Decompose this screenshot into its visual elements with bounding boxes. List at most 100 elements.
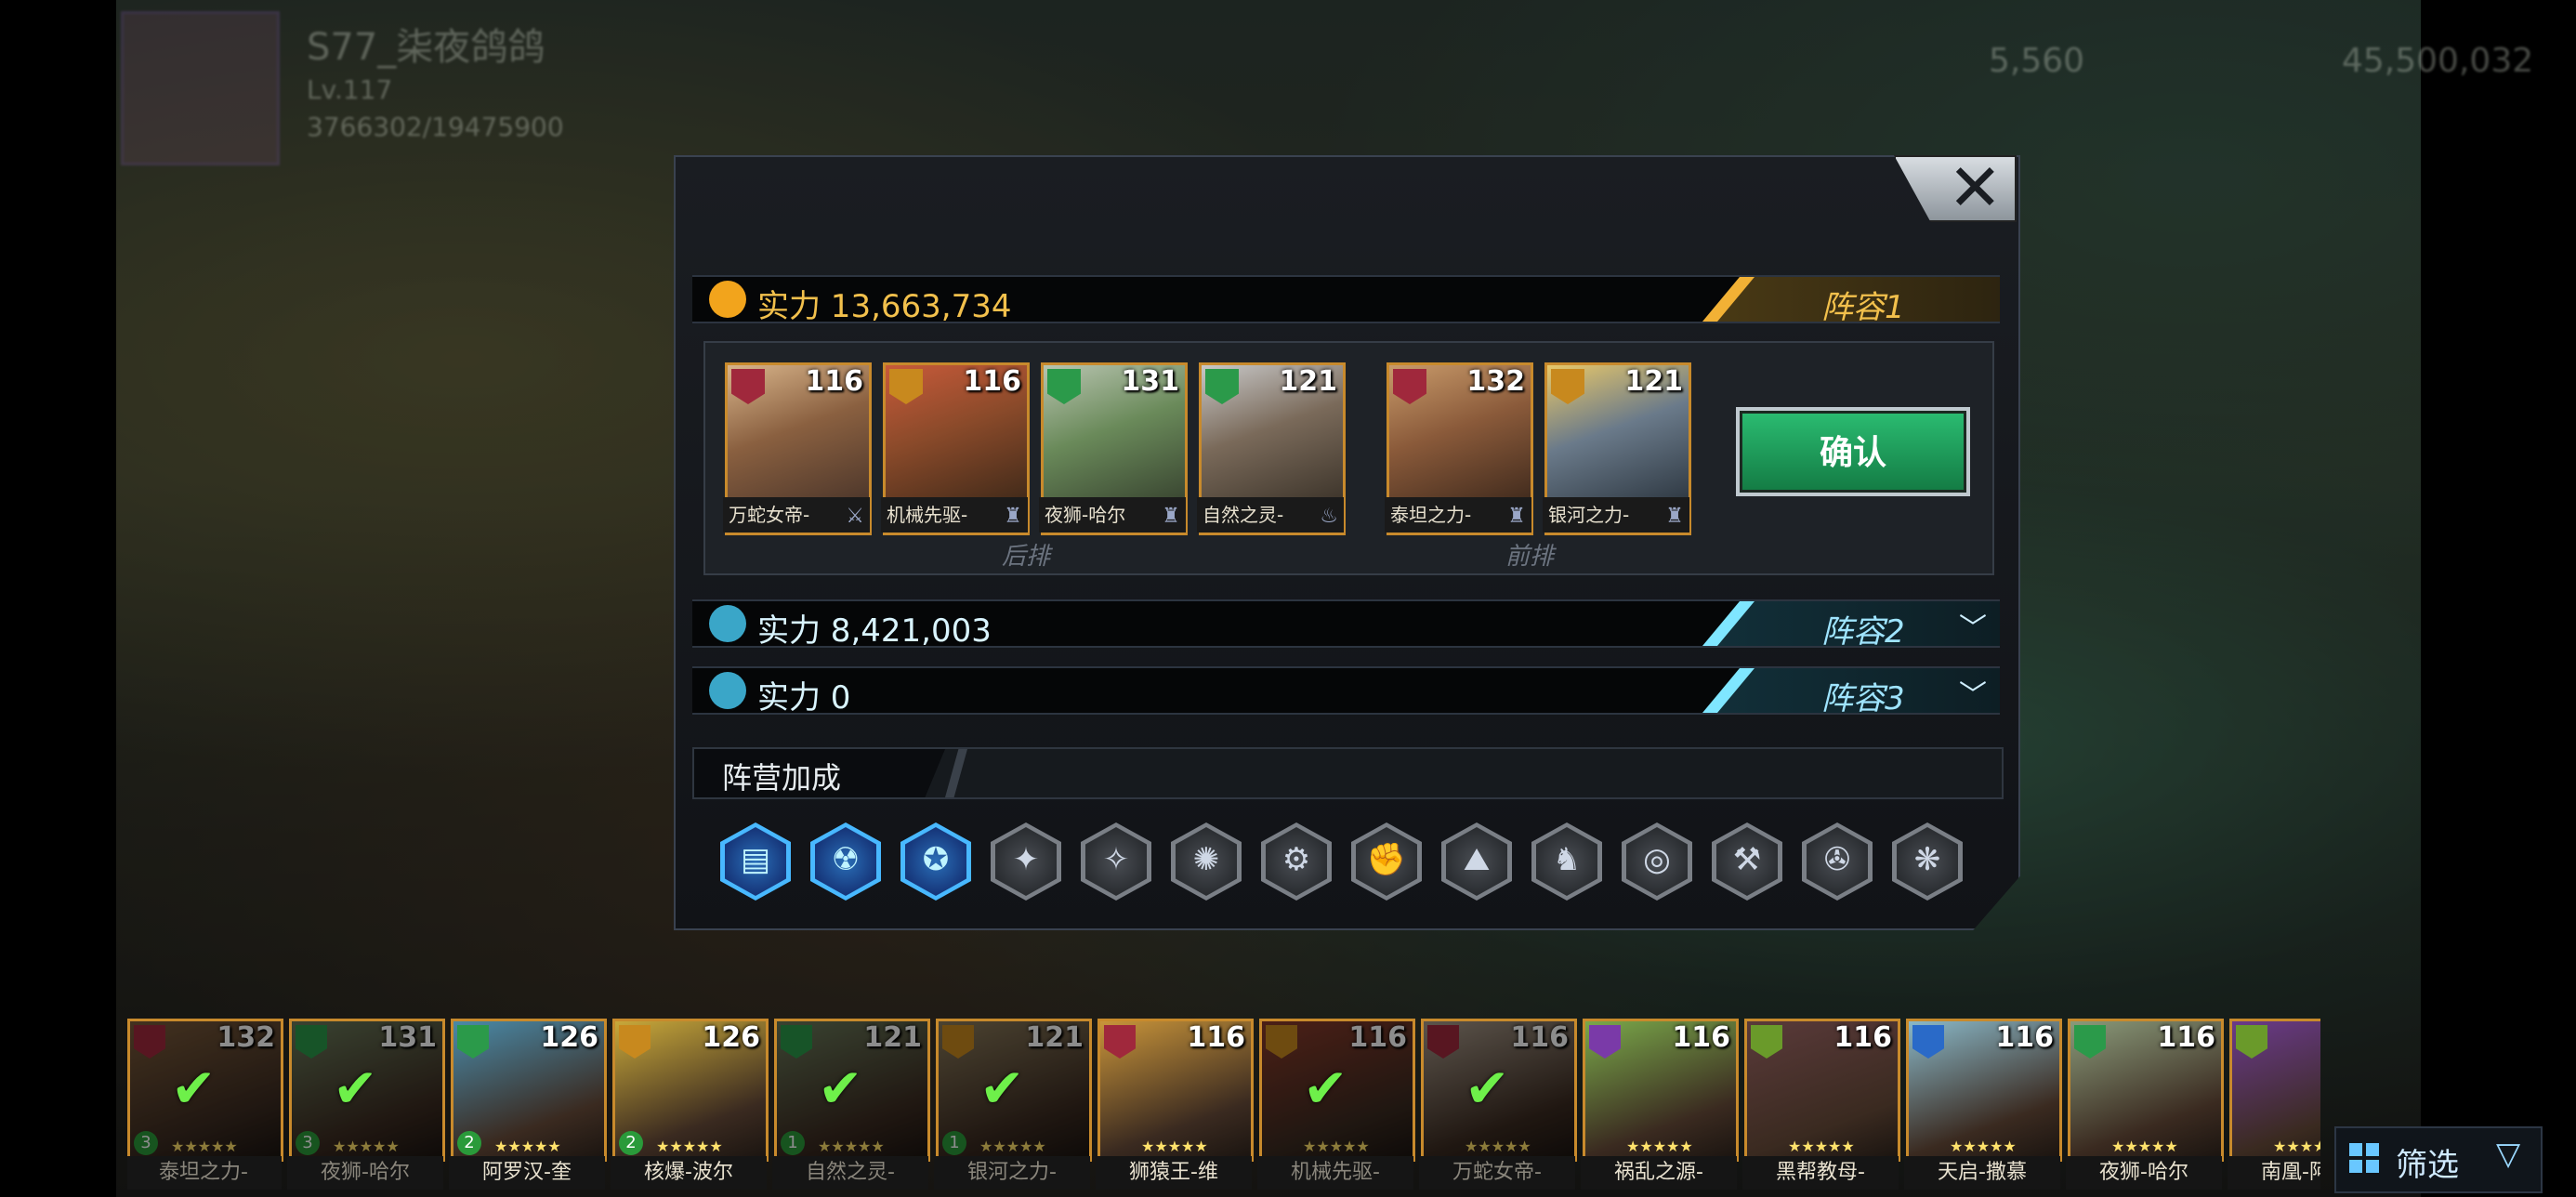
roster-hero-name: 自然之灵- xyxy=(772,1156,928,1190)
hero-level: 116 xyxy=(1833,1021,1892,1054)
lineup-3-tab[interactable]: 阵容3 ﹀ xyxy=(1702,668,2000,717)
hero-name-text: 自然之灵- xyxy=(1203,504,1284,526)
grid-icon xyxy=(2349,1143,2381,1175)
roster-hero-name: 泰坦之力- xyxy=(127,1156,282,1190)
class-icon: ♨ xyxy=(1320,505,1338,528)
close-button[interactable]: ✕ xyxy=(1894,150,2017,226)
hero-level: 126 xyxy=(702,1021,760,1054)
roster-hero-card[interactable]: 132 3 ★★★★★ ✔ xyxy=(127,1019,283,1162)
checkmark-icon: ✔ xyxy=(1303,1057,1348,1120)
power-bolt-icon xyxy=(709,281,746,318)
roster-hero-card[interactable]: 121 1 ★★★★★ ✔ xyxy=(774,1019,930,1162)
hero-stars: ★★★★★ xyxy=(656,1138,723,1155)
filter-button[interactable]: 筛选 ▽ xyxy=(2334,1126,2543,1193)
hero-name: 夜狮-哈尔 ♜ xyxy=(1039,497,1186,533)
hero-name: 万蛇女帝- ⚔ xyxy=(723,497,870,533)
player-exp: 3766302/19475900 xyxy=(307,112,564,142)
roster-hero-card[interactable]: 131 3 ★★★★★ ✔ xyxy=(289,1019,445,1162)
player-name: S77_柒夜鸽鸽 xyxy=(307,26,545,69)
hero-stars: ★★★★★ xyxy=(1950,1138,2017,1155)
checkmark-icon: ✔ xyxy=(1465,1057,1510,1120)
hero-name-text: 泰坦之力- xyxy=(1390,504,1472,526)
hero-level: 132 xyxy=(1466,365,1525,398)
chevron-down-icon: ﹀ xyxy=(1959,612,1987,645)
lineup-2-power: 实力 8,421,003 xyxy=(757,612,992,650)
hero-level: 131 xyxy=(1121,365,1179,398)
hero-level: 116 xyxy=(963,365,1021,398)
filter-label: 筛选 xyxy=(2396,1147,2459,1184)
hero-stars: ★★★★★ xyxy=(1788,1138,1855,1155)
roster-hero-card[interactable]: 116 ★★★★★ xyxy=(1906,1019,2062,1162)
class-icon: ♜ xyxy=(1004,505,1022,528)
lineup-2-tab[interactable]: 阵容2 ﹀ xyxy=(1702,601,2000,651)
roster-hero-name: 核爆-波尔 xyxy=(611,1156,767,1190)
hero-name: 自然之灵- ♨ xyxy=(1197,497,1344,533)
lineup-3-label: 阵容3 xyxy=(1821,680,1905,717)
roster-hero-name: 黑帮教母- xyxy=(1742,1156,1899,1190)
faction-bonus-title: 阵营加成 xyxy=(722,760,842,796)
faction-13-icon-glyph: ✇ xyxy=(1823,841,1851,878)
hero-stars: ★★★★★ xyxy=(2111,1138,2178,1155)
roster-hero-name: 阿罗汉-奎 xyxy=(449,1156,605,1190)
player-level: Lv.117 xyxy=(307,74,393,105)
faction-7-icon-glyph: ⚙ xyxy=(1281,841,1311,878)
faction-4-icon-glyph: ✦ xyxy=(1012,841,1040,878)
checkmark-icon: ✔ xyxy=(979,1057,1025,1120)
roster-hero-name: 万蛇女帝- xyxy=(1419,1156,1575,1190)
roster-hero-card[interactable]: 126 2 ★★★★★ xyxy=(451,1019,607,1162)
roster-hero-card[interactable]: 116 ★★★★★ xyxy=(1744,1019,1900,1162)
faction-11-icon-glyph: ◎ xyxy=(1643,841,1671,878)
roster-hero-card[interactable]: 116 ★★★★★ xyxy=(1097,1019,1254,1162)
roster-hero-card[interactable]: 116 ★★★★★ xyxy=(1583,1019,1739,1162)
hero-level: 116 xyxy=(1672,1021,1730,1054)
roster-hero-name: 银河之力- xyxy=(934,1156,1090,1190)
roster-hero-name: 天启-撒慕 xyxy=(1904,1156,2060,1190)
chevron-down-icon: ﹀ xyxy=(1959,679,1987,712)
roster-hero-card[interactable]: 121 1 ★★★★★ ✔ xyxy=(936,1019,1092,1162)
class-icon: ♜ xyxy=(1507,505,1526,528)
lineup-1-power: 实力 13,663,734 xyxy=(757,288,1012,325)
roster-hero-name: 夜狮-哈尔 xyxy=(287,1156,443,1190)
class-icon: ⚔ xyxy=(846,505,864,528)
hero-name-text: 夜狮-哈尔 xyxy=(1045,504,1126,526)
checkmark-icon: ✔ xyxy=(333,1057,378,1120)
triangle-down-icon: ▽ xyxy=(2496,1136,2521,1173)
hero-name-text: 机械先驱- xyxy=(887,504,968,526)
hero-name: 机械先驱- ♜ xyxy=(881,497,1028,533)
lineup-1-tab[interactable]: 阵容1 xyxy=(1702,277,2000,326)
hero-level: 121 xyxy=(1279,365,1337,398)
hero-name-text: 银河之力- xyxy=(1548,504,1630,526)
faction-2-icon-glyph: ☢ xyxy=(831,841,861,878)
roster-hero-card[interactable]: 126 2 ★★★★★ xyxy=(612,1019,769,1162)
hero-stars: ★★★★★ xyxy=(1626,1138,1693,1155)
faction-10-icon-glyph: ♞ xyxy=(1552,841,1582,878)
lineup-3-bar[interactable]: 实力 0 阵容3 ﹀ xyxy=(692,666,2000,717)
hero-stars: ★★★★★ xyxy=(2273,1138,2320,1155)
faction-12-icon-glyph: ⚒ xyxy=(1732,841,1762,878)
checkmark-icon: ✔ xyxy=(171,1057,217,1120)
roster-hero-card[interactable]: 116 ★★★★★ ✔ xyxy=(1259,1019,1415,1162)
roster-hero-card[interactable]: 116 ★★★★★ xyxy=(2068,1019,2224,1162)
class-icon: ♜ xyxy=(1162,505,1180,528)
roster-hero-card[interactable]: 1★★★★★ xyxy=(2229,1019,2320,1162)
hero-stars: ★★★★★ xyxy=(494,1138,561,1155)
class-icon: ♜ xyxy=(1665,505,1684,528)
hero-name: 银河之力- ♜ xyxy=(1543,497,1689,533)
hero-stars: ★★★★★ xyxy=(1141,1138,1208,1155)
hero-level: 121 xyxy=(1624,365,1683,398)
hero-rank-badge: 2 xyxy=(457,1131,481,1155)
hero-level: 116 xyxy=(2157,1021,2215,1054)
lineup-2-bar[interactable]: 实力 8,421,003 阵容2 ﹀ xyxy=(692,599,2000,651)
roster-hero-name: 南凰-阿昭 xyxy=(2228,1156,2320,1190)
roster-hero-name: 机械先驱- xyxy=(1257,1156,1413,1190)
faction-5-icon-glyph: ✧ xyxy=(1102,841,1130,878)
confirm-button[interactable]: 确认 xyxy=(1736,407,1970,496)
lineup-2-label: 阵容2 xyxy=(1821,613,1905,651)
faction-1-icon-glyph: ▤ xyxy=(740,841,771,878)
power-bolt-icon xyxy=(709,672,746,709)
hero-roster[interactable]: 132 3 ★★★★★ ✔ 泰坦之力- 131 3 ★★★★★ ✔ 夜狮-哈尔 126 2 ★★★★★ 阿… xyxy=(127,1013,2320,1197)
faction-6-icon-glyph: ✺ xyxy=(1192,841,1220,878)
lineup-1-bar[interactable]: 实力 13,663,734 阵容1 xyxy=(692,275,2000,326)
roster-hero-card[interactable]: 116 ★★★★★ ✔ xyxy=(1421,1019,1577,1162)
close-icon: ✕ xyxy=(1948,150,2003,226)
